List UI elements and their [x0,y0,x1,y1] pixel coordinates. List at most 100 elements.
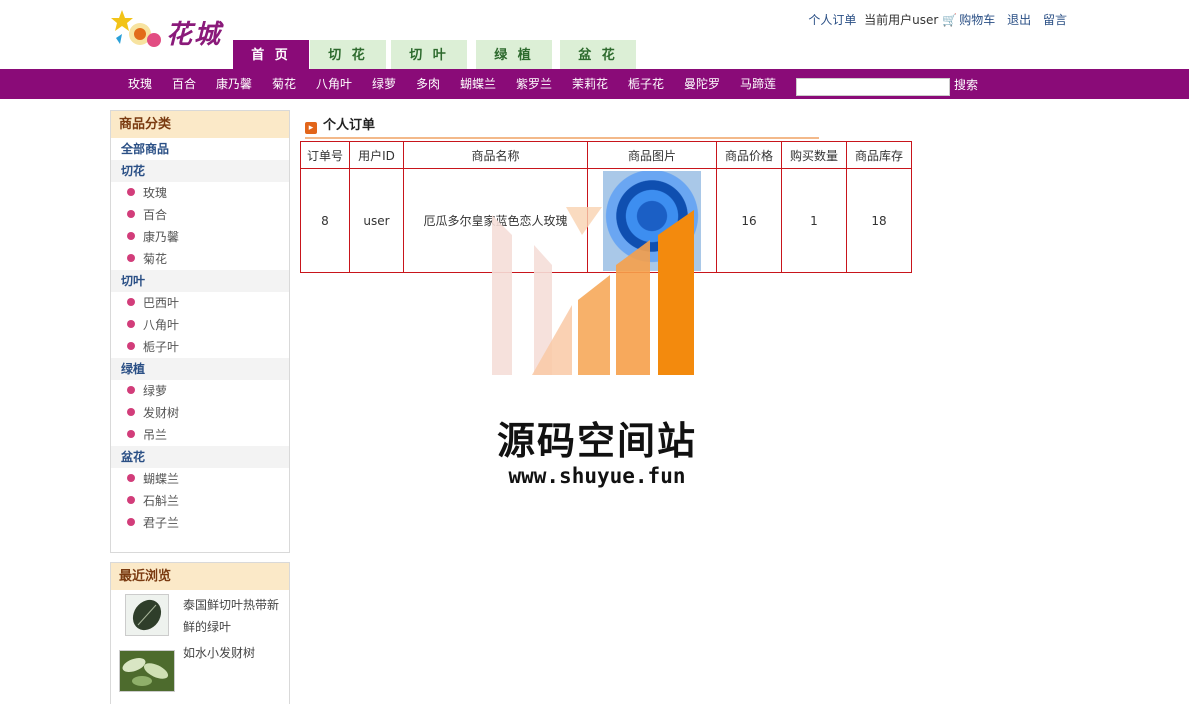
orders-table: 订单号 用户ID 商品名称 商品图片 商品价格 购买数量 商品库存 8 user… [300,141,912,273]
current-user-label: 当前用户user [864,13,939,27]
column-header: 商品价格 [716,141,782,169]
watermark-title: 源码空间站 [496,419,697,463]
bullet-icon [127,430,135,438]
nav-item-chrysanthemum[interactable]: 菊花 [272,69,296,99]
category-item-label: 吊兰 [143,428,168,442]
column-header: 商品图片 [587,141,717,169]
category-item-label: 栀子叶 [143,340,180,354]
money-tree-thumbnail[interactable] [119,650,175,692]
bullet-icon [127,298,135,306]
recent-panel: 最近浏览 泰国鲜切叶热带新鲜的绿叶 如水小发财树 [110,562,290,704]
column-header: 商品库存 [846,141,912,169]
category-item-phalaenopsis[interactable]: 蝴蝶兰 [111,468,289,490]
message-link[interactable]: 留言 [1043,13,1067,27]
nav-item-jasmine[interactable]: 茉莉花 [572,69,608,99]
column-header: 用户ID [349,141,404,169]
site-logo[interactable]: 花城 [110,8,230,52]
search-input[interactable] [796,78,950,96]
nav-item-phalaenopsis[interactable]: 蝴蝶兰 [460,69,496,99]
category-item-label: 康乃馨 [143,230,180,244]
nav-item-lily[interactable]: 百合 [172,69,196,99]
blue-rose-image[interactable] [603,170,701,271]
nav-item-gardenia[interactable]: 栀子花 [628,69,664,99]
recent-item-label[interactable]: 泰国鲜切叶热带新鲜的绿叶 [183,594,283,638]
column-header: 商品名称 [403,141,588,169]
category-group-potted-flowers[interactable]: 盆花 [111,446,289,468]
top-links: 个人订单 当前用户user 🛒 购物车 退出 留言 [800,11,1067,28]
column-header: 购买数量 [781,141,847,169]
search-button[interactable]: 搜索 [954,69,978,102]
stock-cell: 18 [846,168,912,273]
nav-item-datura[interactable]: 曼陀罗 [684,69,720,99]
category-item-label: 玫瑰 [143,186,168,200]
cart-icon[interactable]: 🛒 [942,13,957,27]
nav-item-violet[interactable]: 紫罗兰 [516,69,552,99]
tab-home[interactable]: 首 页 [233,40,309,69]
cart-link[interactable]: 购物车 [959,13,995,27]
bullet-icon [127,232,135,240]
page-title: ▸ 个人订单 [305,114,375,134]
category-item-label: 巴西叶 [143,296,180,310]
category-item-gardenia-leaf[interactable]: 栀子叶 [111,336,289,358]
product-name-cell[interactable]: 厄瓜多尔皇家蓝色恋人玫瑰 [403,168,588,273]
nav-item-succulent[interactable]: 多肉 [416,69,440,99]
category-item-label: 绿萝 [143,384,168,398]
category-navbar: 玫瑰 百合 康乃馨 菊花 八角叶 绿萝 多肉 蝴蝶兰 紫罗兰 茉莉花 栀子花 曼… [0,69,1189,99]
category-item-label: 百合 [143,208,168,222]
bullet-icon [127,474,135,482]
category-item-label: 八角叶 [143,318,180,332]
recent-item[interactable]: 如水小发财树 [111,646,289,714]
tab-potted-flowers[interactable]: 盆 花 [560,40,636,69]
nav-item-pothos[interactable]: 绿萝 [372,69,396,99]
category-item-label: 石斛兰 [143,494,180,508]
category-item-brazil-leaf[interactable]: 巴西叶 [111,292,289,314]
bullet-icon [127,254,135,262]
nav-item-calla[interactable]: 马蹄莲 [740,69,776,99]
product-image-cell [587,168,717,273]
logo-flower-icon [111,10,161,47]
category-item-clivia[interactable]: 君子兰 [111,512,289,534]
category-all[interactable]: 全部商品 [111,138,289,160]
category-item-money-tree[interactable]: 发财树 [111,402,289,424]
table-row: 8 user 厄瓜多尔皇家蓝色恋人玫瑰 16 1 18 [300,168,912,273]
title-divider [305,137,819,139]
table-header-row: 订单号 用户ID 商品名称 商品图片 商品价格 购买数量 商品库存 [300,141,912,169]
recent-item-label[interactable]: 如水小发财树 [183,642,283,664]
tab-green-plants[interactable]: 绿 植 [476,40,552,69]
user-id-cell: user [349,168,404,273]
category-group-cut-leaves[interactable]: 切叶 [111,270,289,292]
category-item-chrysanthemum[interactable]: 菊花 [111,248,289,270]
category-item-carnation[interactable]: 康乃馨 [111,226,289,248]
bullet-icon [127,342,135,350]
my-orders-link[interactable]: 个人订单 [808,13,856,27]
category-item-fatsia-leaf[interactable]: 八角叶 [111,314,289,336]
nav-item-carnation[interactable]: 康乃馨 [216,69,252,99]
price-cell: 16 [716,168,782,273]
bullet-icon [127,386,135,394]
category-group-green-plants[interactable]: 绿植 [111,358,289,380]
logout-link[interactable]: 退出 [1007,13,1031,27]
category-item-label: 君子兰 [143,516,180,530]
bullet-icon [127,320,135,328]
category-group-cut-flowers[interactable]: 切花 [111,160,289,182]
bullet-icon [127,518,135,526]
category-item-spider-plant[interactable]: 吊兰 [111,424,289,446]
arrow-icon: ▸ [305,122,317,134]
leaf-thumbnail[interactable] [125,594,169,636]
watermark-url: www.shuyue.fun [508,464,686,488]
category-item-lily[interactable]: 百合 [111,204,289,226]
bullet-icon [127,188,135,196]
bullet-icon [127,496,135,504]
nav-item-fatsia[interactable]: 八角叶 [316,69,352,99]
tab-cut-flowers[interactable]: 切 花 [310,40,386,69]
category-item-dendrobium[interactable]: 石斛兰 [111,490,289,512]
category-item-pothos[interactable]: 绿萝 [111,380,289,402]
tab-cut-leaves[interactable]: 切 叶 [391,40,467,69]
category-panel: 商品分类 全部商品 切花 玫瑰 百合 康乃馨 菊花 切叶 巴西叶 八角叶 栀子叶… [110,110,290,553]
category-panel-title: 商品分类 [111,111,289,138]
nav-item-rose[interactable]: 玫瑰 [128,69,152,99]
order-id-cell: 8 [300,168,350,273]
category-item-rose[interactable]: 玫瑰 [111,182,289,204]
category-item-label: 蝴蝶兰 [143,472,180,486]
column-header: 订单号 [300,141,350,169]
